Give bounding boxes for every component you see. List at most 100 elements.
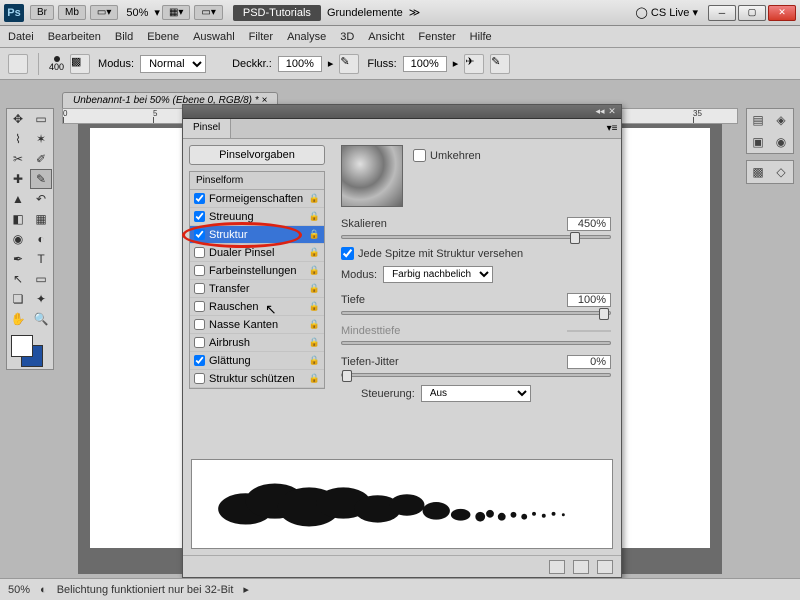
minibridge-button[interactable]: Mb (58, 5, 86, 20)
paths-icon[interactable]: ◇ (770, 161, 792, 183)
status-arrow-icon[interactable]: ▸ (243, 583, 249, 596)
actions-icon[interactable]: ▣ (747, 131, 769, 153)
modus-select[interactable]: Normal (140, 55, 206, 73)
menu-datei[interactable]: Datei (8, 31, 34, 43)
brush-prop-streuung[interactable]: Streuung🔒 (190, 208, 324, 226)
deckkr-value[interactable]: 100% (278, 56, 322, 72)
3d-tool[interactable]: ❏ (7, 289, 29, 309)
brush-prop-checkbox[interactable] (194, 319, 205, 330)
stamp-tool[interactable]: ▲ (7, 189, 29, 209)
panel-tab-pinsel[interactable]: Pinsel (183, 119, 231, 138)
brush-prop-checkbox[interactable] (194, 283, 205, 294)
brush-prop-nasse-kanten[interactable]: Nasse Kanten🔒 (190, 316, 324, 334)
brush-preview[interactable]: 400 (49, 56, 64, 72)
menu-bearbeiten[interactable]: Bearbeiten (48, 31, 101, 43)
cslive-button[interactable]: ◯ CS Live ▾ (636, 6, 698, 19)
adjust-icon[interactable]: ▩ (747, 161, 769, 183)
collapse-icon[interactable]: ◂◂ (595, 107, 605, 117)
brush-prop-rauschen[interactable]: Rauschen🔒 (190, 298, 324, 316)
eraser-tool[interactable]: ◧ (7, 209, 29, 229)
brush-prop-checkbox[interactable] (194, 229, 205, 240)
view-extras-button[interactable]: ▦▾ (162, 5, 190, 20)
lock-icon[interactable]: 🔒 (309, 247, 320, 258)
eyedropper-tool[interactable]: ✐ (30, 149, 52, 169)
lock-icon[interactable]: 🔒 (309, 265, 320, 276)
brush-prop-checkbox[interactable] (194, 193, 205, 204)
fluss-value[interactable]: 100% (403, 56, 447, 72)
lock-icon[interactable]: 🔒 (309, 301, 320, 312)
menu-bild[interactable]: Bild (115, 31, 133, 43)
screen-mode-button[interactable]: ▭▾ (194, 5, 222, 20)
pen-tool[interactable]: ✒ (7, 249, 29, 269)
zoom-level[interactable]: 50% (126, 7, 148, 19)
skalieren-value[interactable]: 450% (567, 217, 611, 231)
bridge-button[interactable]: Br (30, 5, 54, 20)
hand-tool[interactable]: ✋ (7, 309, 29, 329)
status-zoom[interactable]: 50% (8, 584, 30, 596)
color-swatch[interactable] (7, 333, 53, 369)
panel-titlebar[interactable]: ◂◂ ✕ (183, 105, 621, 119)
lock-icon[interactable]: 🔒 (309, 229, 320, 240)
3d-cam-tool[interactable]: ✦ (30, 289, 52, 309)
panel-modus-select[interactable]: Farbig nachbelich… (383, 266, 493, 283)
maximize-button[interactable]: ▢ (738, 5, 766, 21)
lock-icon[interactable]: 🔒 (309, 211, 320, 222)
tablet-size-icon[interactable]: ✎ (490, 54, 510, 74)
menu-analyse[interactable]: Analyse (287, 31, 326, 43)
wand-tool[interactable]: ✶ (30, 129, 52, 149)
brush-prop-farbeinstellungen[interactable]: Farbeinstellungen🔒 (190, 262, 324, 280)
menu-ebene[interactable]: Ebene (147, 31, 179, 43)
umkehren-checkbox[interactable] (413, 149, 426, 162)
jitter-slider[interactable] (341, 373, 611, 377)
shape-tool[interactable]: ▭ (30, 269, 52, 289)
brush-prop-struktur-schützen[interactable]: Struktur schützen🔒 (190, 370, 324, 388)
brush-prop-formeigenschaften[interactable]: Formeigenschaften🔒 (190, 190, 324, 208)
tablet-opacity-icon[interactable]: ✎ (339, 54, 359, 74)
brush-prop-glättung[interactable]: Glättung🔒 (190, 352, 324, 370)
brush-prop-checkbox[interactable] (194, 265, 205, 276)
layers-icon[interactable]: ◈ (770, 109, 792, 131)
tiefe-value[interactable]: 100% (567, 293, 611, 307)
blur-tool[interactable]: ◉ (7, 229, 29, 249)
path-tool[interactable]: ↖ (7, 269, 29, 289)
history-icon[interactable]: ▤ (747, 109, 769, 131)
airbrush-icon[interactable]: ✈ (464, 54, 484, 74)
brush-prop-checkbox[interactable] (194, 301, 205, 312)
lasso-tool[interactable]: ⌇ (7, 129, 29, 149)
new-preset-icon[interactable] (573, 560, 589, 574)
brush-prop-checkbox[interactable] (194, 355, 205, 366)
texture-preview[interactable] (341, 145, 403, 207)
lock-icon[interactable]: 🔒 (309, 373, 320, 384)
brush-panel-toggle[interactable]: ▩ (70, 54, 90, 74)
skalieren-slider[interactable] (341, 235, 611, 239)
brush-prop-checkbox[interactable] (194, 337, 205, 348)
heal-tool[interactable]: ✚ (7, 169, 29, 189)
zoom-tool[interactable]: 🔍 (30, 309, 52, 329)
channels-icon[interactable]: ◉ (770, 131, 792, 153)
menu-filter[interactable]: Filter (249, 31, 273, 43)
history-brush-tool[interactable]: ↶ (30, 189, 52, 209)
brush-prop-checkbox[interactable] (194, 211, 205, 222)
lock-icon[interactable]: 🔒 (309, 283, 320, 294)
panel-menu-icon[interactable]: ▾≡ (603, 119, 621, 138)
minimize-button[interactable]: ─ (708, 5, 736, 21)
brush-prop-transfer[interactable]: Transfer🔒 (190, 280, 324, 298)
brush-prop-airbrush[interactable]: Airbrush🔒 (190, 334, 324, 352)
brush-prop-struktur[interactable]: Struktur🔒 (190, 226, 324, 244)
brush-prop-checkbox[interactable] (194, 247, 205, 258)
move-tool[interactable]: ✥ (7, 109, 29, 129)
brush-tool[interactable]: ✎ (30, 169, 52, 189)
menu-fenster[interactable]: Fenster (418, 31, 455, 43)
type-tool[interactable]: T (30, 249, 52, 269)
brush-prop-dualer-pinsel[interactable]: Dualer Pinsel🔒 (190, 244, 324, 262)
steuerung-select[interactable]: Aus (421, 385, 531, 402)
lock-icon[interactable]: 🔒 (309, 337, 320, 348)
dodge-tool[interactable]: ◐ (30, 229, 52, 249)
list-header[interactable]: Pinselform (190, 172, 324, 190)
lock-icon[interactable]: 🔒 (309, 319, 320, 330)
lock-icon[interactable]: 🔒 (309, 193, 320, 204)
menu-ansicht[interactable]: Ansicht (368, 31, 404, 43)
toggle-preview-icon[interactable] (549, 560, 565, 574)
tiefe-slider[interactable] (341, 311, 611, 315)
tool-preset-icon[interactable] (8, 54, 28, 74)
